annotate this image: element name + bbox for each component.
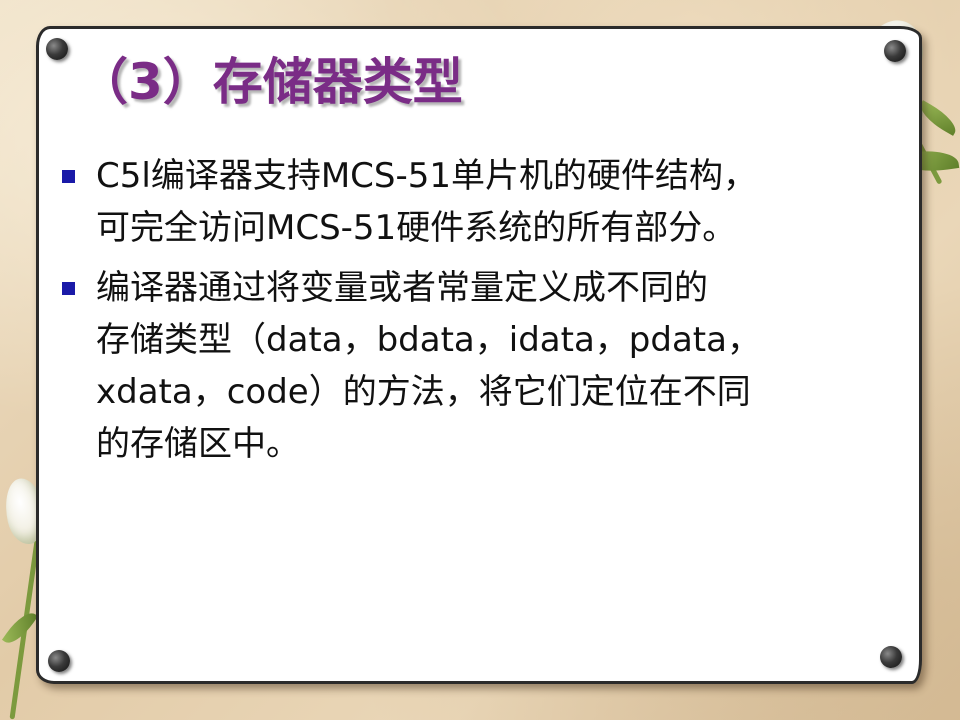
pushpin-icon: [48, 650, 70, 672]
square-bullet-icon: [62, 282, 75, 295]
bullet-text-line: xdata，code）的方法，将它们定位在不同: [96, 372, 751, 412]
bullet-text-line: 的存储区中。: [96, 424, 300, 464]
bullet-item: C5l编译器支持MCS-51单片机的硬件结构， 可完全访问MCS-51硬件系统的…: [58, 150, 888, 254]
slide-title: （3）存储器类型: [78, 53, 463, 111]
pushpin-icon: [46, 38, 68, 60]
pushpin-icon: [884, 40, 906, 62]
pushpin-icon: [880, 646, 902, 668]
square-bullet-icon: [62, 170, 75, 183]
bullet-text-line: C5l编译器支持MCS-51单片机的硬件结构，: [96, 156, 758, 196]
bullet-item: 编译器通过将变量或者常量定义成不同的 存储类型（data，bdata，idata…: [58, 262, 888, 470]
bullet-list: C5l编译器支持MCS-51单片机的硬件结构， 可完全访问MCS-51硬件系统的…: [58, 150, 888, 478]
bullet-text-line: 可完全访问MCS-51硬件系统的所有部分。: [96, 208, 737, 248]
bullet-text-line: 存储类型（data，bdata，idata，pdata，: [96, 320, 761, 360]
bullet-text-line: 编译器通过将变量或者常量定义成不同的: [96, 268, 708, 308]
